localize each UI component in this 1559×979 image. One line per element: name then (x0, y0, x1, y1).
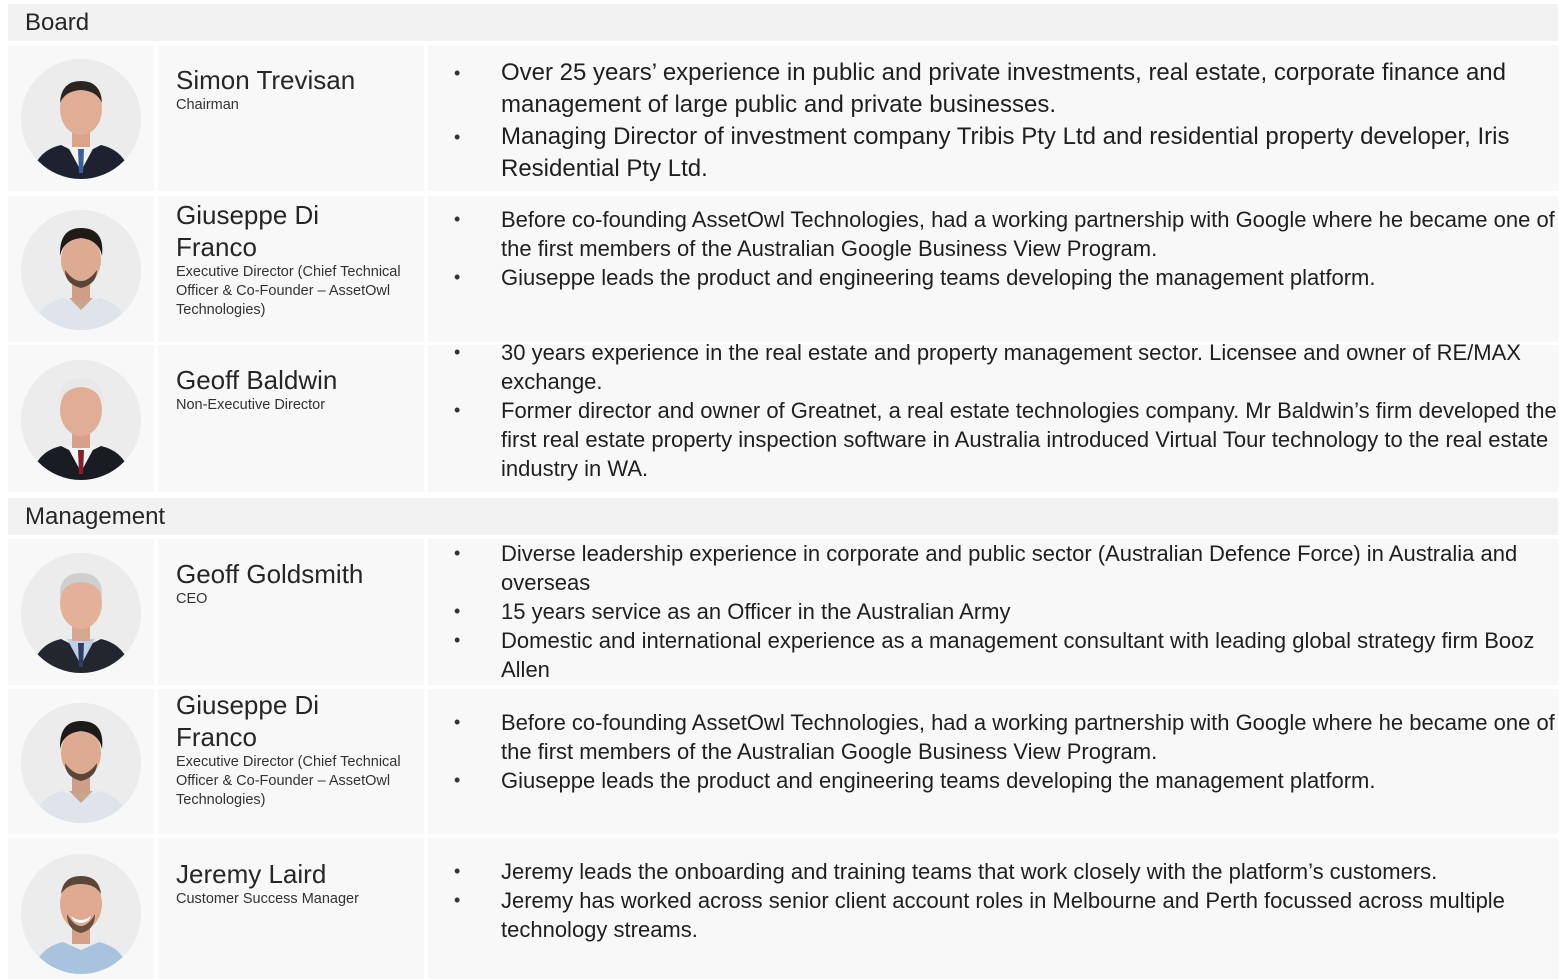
bio-list: Jeremy leads the onboarding and training… (454, 857, 1558, 944)
person-name: Simon Trevisan (176, 65, 356, 95)
section-header-board: Board (8, 4, 1558, 41)
bio-item: Over 25 years’ experience in public and … (454, 57, 1558, 121)
bio-item: Jeremy leads the onboarding and training… (454, 857, 1558, 886)
bio-list: Before co-founding AssetOwl Technologies… (454, 205, 1558, 292)
person-row: Giuseppe Di Franco Executive Director (C… (8, 196, 1558, 342)
bio-list: 30 years experience in the real estate a… (454, 338, 1558, 483)
bio-item: Jeremy has worked across senior client a… (454, 886, 1558, 944)
avatar (21, 854, 141, 974)
person-photo-icon (21, 59, 141, 179)
bio-item: 30 years experience in the real estate a… (454, 338, 1558, 396)
avatar (21, 360, 141, 480)
person-name: Geoff Baldwin (176, 365, 338, 395)
person-row: Giuseppe Di Franco Executive Director (C… (8, 689, 1558, 834)
bio-item: Domestic and international experience as… (454, 626, 1558, 684)
avatar (21, 210, 141, 330)
bio-item: Before co-founding AssetOwl Technologies… (454, 205, 1558, 263)
bio-list: Before co-founding AssetOwl Technologies… (454, 708, 1558, 795)
person-role: Executive Director (Chief Technical Offi… (176, 264, 401, 318)
person-row: Simon Trevisan Chairman Over 25 years’ e… (8, 45, 1558, 191)
avatar (21, 553, 141, 673)
person-name: Jeremy Laird (176, 859, 327, 889)
avatar (21, 59, 141, 179)
person-role: CEO (176, 591, 208, 607)
person-row: Jeremy Laird Customer Success Manager Je… (8, 838, 1558, 979)
bio-item: Giuseppe leads the product and engineeri… (454, 263, 1558, 292)
person-row: Geoff Goldsmith CEO Diverse leadership e… (8, 539, 1558, 685)
person-name: Giuseppe Di Franco (176, 690, 320, 752)
bio-item: Former director and owner of Greatnet, a… (454, 396, 1558, 483)
bio-item: Managing Director of investment company … (454, 121, 1558, 185)
person-role: Customer Success Manager (176, 891, 359, 907)
bio-list: Over 25 years’ experience in public and … (454, 57, 1558, 185)
person-photo-icon (21, 210, 141, 330)
avatar (21, 703, 141, 823)
person-role: Executive Director (Chief Technical Offi… (176, 754, 401, 808)
bio-item: Diverse leadership experience in corpora… (454, 539, 1558, 597)
person-name: Giuseppe Di Franco (176, 200, 320, 262)
bio-item: Giuseppe leads the product and engineeri… (454, 766, 1558, 795)
bio-item: 15 years service as an Officer in the Au… (454, 597, 1558, 626)
person-photo-icon (21, 703, 141, 823)
person-photo-icon (21, 854, 141, 974)
person-role: Non-Executive Director (176, 397, 326, 413)
section-header-management: Management (8, 498, 1558, 535)
person-name: Geoff Goldsmith (176, 559, 364, 589)
bio-item: Before co-founding AssetOwl Technologies… (454, 708, 1558, 766)
person-role: Chairman (176, 97, 239, 113)
person-photo-icon (21, 360, 141, 480)
person-row: Geoff Baldwin Non-Executive Director 30 … (8, 338, 1558, 492)
person-photo-icon (21, 553, 141, 673)
bio-list: Diverse leadership experience in corpora… (454, 539, 1558, 684)
